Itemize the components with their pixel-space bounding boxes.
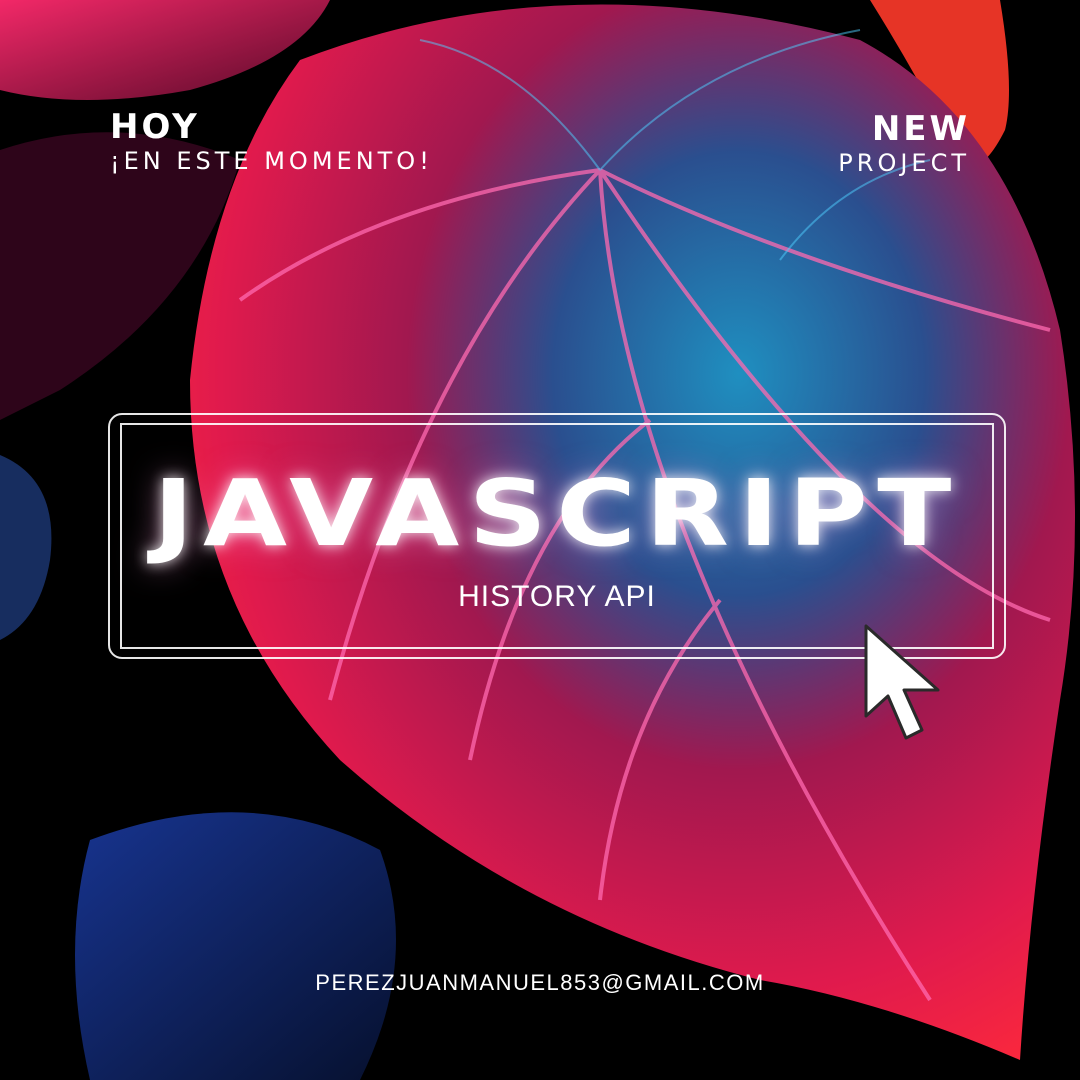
- poster-canvas: HOY ¡EN ESTE MOMENTO! NEW PROJECT JAVASC…: [0, 0, 1080, 1080]
- top-left-caption: HOY ¡EN ESTE MOMENTO!: [110, 110, 433, 176]
- new-heading: NEW: [871, 109, 970, 149]
- project-subheading: PROJECT: [838, 149, 970, 177]
- mouse-pointer-icon: [864, 624, 940, 740]
- momento-subheading: ¡EN ESTE MOMENTO!: [110, 147, 433, 175]
- main-title: JAVASCRIPT: [153, 460, 961, 567]
- top-right-caption: NEW PROJECT: [838, 112, 970, 178]
- main-subtitle: HISTORY API: [458, 580, 656, 613]
- footer-email: PEREZJUANMANUEL853@GMAIL.COM: [315, 970, 765, 995]
- hoy-heading: HOY: [110, 107, 200, 147]
